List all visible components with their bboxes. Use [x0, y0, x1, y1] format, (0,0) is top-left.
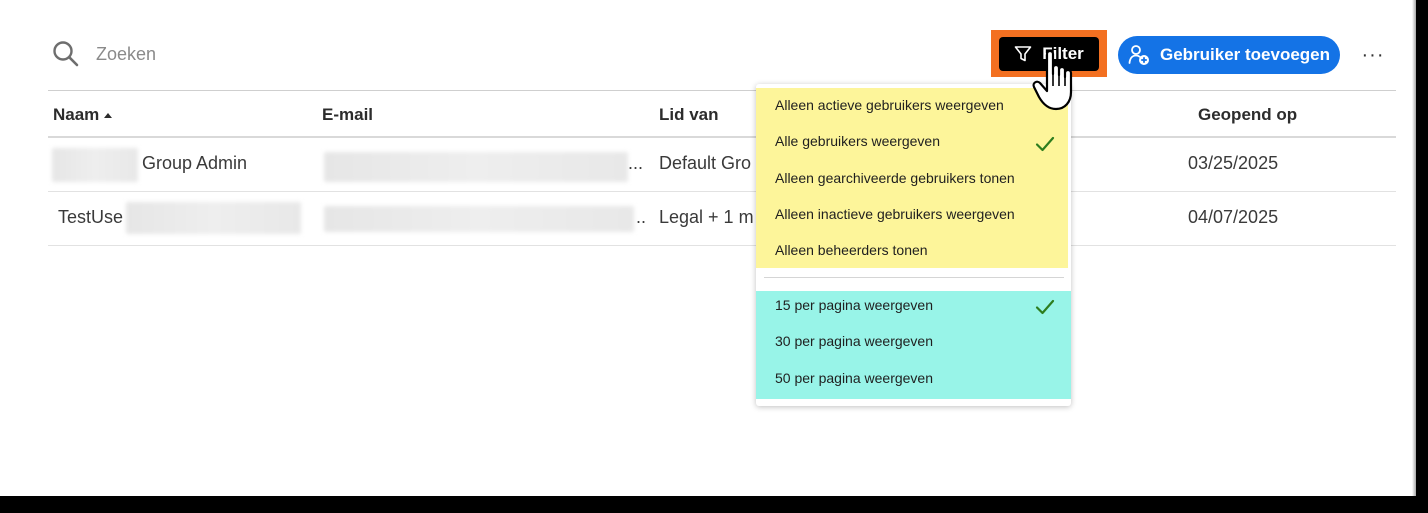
redacted-name: [126, 202, 301, 234]
menu-divider: [764, 277, 1064, 278]
opened-on: 04/07/2025: [1188, 207, 1279, 227]
redacted-name: [52, 148, 138, 182]
checkmark-icon: [1035, 136, 1055, 152]
opened-on: 03/25/2025: [1188, 153, 1279, 173]
more-icon[interactable]: ···: [1358, 40, 1388, 70]
user-name: Group Admin: [142, 153, 248, 173]
column-header-email[interactable]: E-mail: [322, 105, 373, 125]
column-header-opened-on[interactable]: Geopend op: [1198, 105, 1297, 125]
column-header-name-label: Naam: [53, 105, 100, 124]
add-user-button[interactable]: Gebruiker toevoegen: [1118, 36, 1340, 74]
redacted-email: [324, 206, 634, 232]
menu-item-archived-users[interactable]: Alleen gearchiveerde gebruikers tonen: [775, 170, 1065, 186]
search-bar: [52, 40, 296, 68]
table-row[interactable]: Group Admin ... Default Gro 03/25/2025: [48, 138, 1396, 192]
frame-shadow-right: [1412, 0, 1428, 513]
member-of: Default Gro: [659, 153, 752, 173]
add-user-button-label: Gebruiker toevoegen: [1159, 45, 1331, 64]
checkmark-icon: [1035, 299, 1055, 315]
filter-menu: Alleen actieve gebruikers weergeven Alle…: [756, 84, 1071, 406]
column-header-name[interactable]: Naam: [53, 105, 113, 125]
table-row[interactable]: TestUse .. Legal + 1 m 04/07/2025: [48, 192, 1396, 246]
redacted-email: [324, 152, 628, 182]
hand-cursor-icon: [1032, 49, 1073, 111]
column-header-member-of[interactable]: Lid van: [659, 105, 719, 125]
menu-item-all-users[interactable]: Alle gebruikers weergeven: [775, 133, 1065, 149]
search-icon: [53, 41, 79, 67]
menu-item-30-per-page[interactable]: 30 per pagina weergeven: [775, 333, 1065, 349]
email-ellipsis: ...: [628, 153, 644, 173]
menu-item-admins-only[interactable]: Alleen beheerders tonen: [775, 242, 1065, 258]
frame-shadow-bottom: [0, 496, 1428, 513]
search-input[interactable]: [96, 43, 296, 65]
menu-item-15-per-page[interactable]: 15 per pagina weergeven: [775, 297, 1065, 313]
menu-item-50-per-page[interactable]: 50 per pagina weergeven: [775, 370, 1065, 386]
add-user-icon: [1128, 45, 1149, 65]
email-ellipsis: ..: [636, 207, 647, 227]
user-name: TestUse: [58, 207, 124, 227]
users-table: Naam E-mail Lid van Geopend op Group Adm…: [48, 90, 1396, 246]
menu-item-active-users[interactable]: Alleen actieve gebruikers weergeven: [775, 97, 1065, 113]
member-of: Legal + 1 m: [659, 207, 754, 227]
menu-item-inactive-users[interactable]: Alleen inactieve gebruikers weergeven: [775, 206, 1065, 222]
sort-ascending-icon: [104, 113, 113, 119]
table-header: Naam E-mail Lid van Geopend op: [48, 90, 1396, 138]
